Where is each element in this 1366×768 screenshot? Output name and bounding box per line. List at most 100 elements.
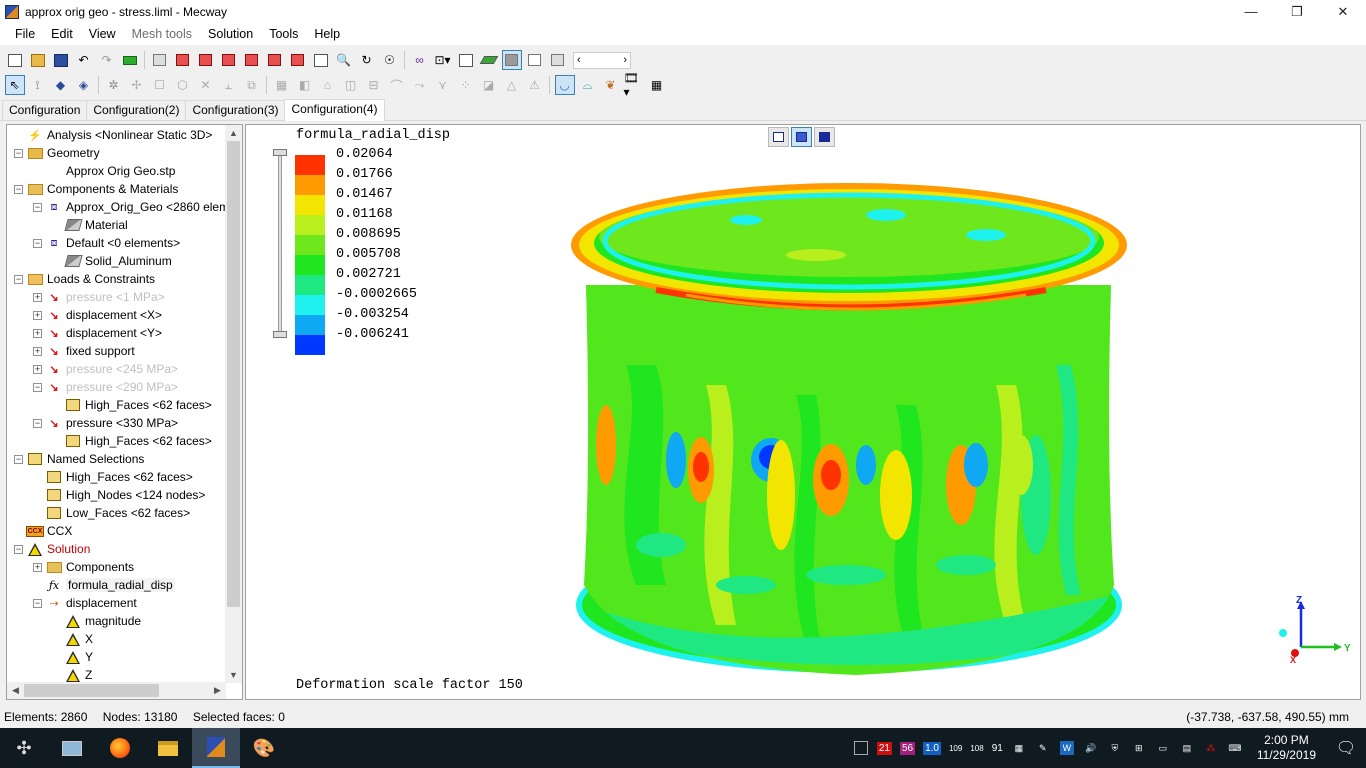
- select-element-button[interactable]: ◆: [51, 75, 71, 95]
- scroll-right-icon[interactable]: ▶: [209, 682, 226, 699]
- tree-item[interactable]: + ↘ pressure <245 MPa>: [33, 360, 178, 378]
- mesh-op-10-button[interactable]: ◪: [479, 75, 499, 95]
- collapse-icon[interactable]: −: [33, 202, 42, 212]
- tree-item[interactable]: + ↘ pressure <1 MPa>: [33, 288, 165, 306]
- scroll-up-icon[interactable]: ▲: [225, 125, 242, 141]
- wireframe-button[interactable]: [525, 50, 545, 70]
- tree-item[interactable]: − ⇢ displacement: [33, 594, 137, 612]
- expand-icon[interactable]: +: [33, 562, 42, 572]
- deformed-shape-button[interactable]: ◡: [554, 75, 575, 95]
- zoom-fit-button[interactable]: [311, 50, 331, 70]
- collapse-icon[interactable]: −: [14, 148, 23, 158]
- tray-badge-blue[interactable]: 1.0: [923, 741, 941, 755]
- select-pointer-button[interactable]: ⇖: [4, 75, 25, 95]
- hex-tool-button[interactable]: ⬡: [173, 75, 193, 95]
- menu-tools[interactable]: Tools: [261, 27, 306, 41]
- taskbar-computer[interactable]: [48, 728, 96, 768]
- tree-item[interactable]: Approx Orig Geo.stp: [33, 162, 175, 180]
- volume-icon[interactable]: 🔊: [1084, 741, 1098, 755]
- tree-item[interactable]: + ↘ displacement <X>: [33, 306, 162, 324]
- menu-mesh-tools[interactable]: Mesh tools: [124, 27, 200, 41]
- close-button[interactable]: ✕: [1320, 0, 1366, 23]
- rotate-button[interactable]: ↻: [357, 50, 377, 70]
- tray-monitor-icon[interactable]: [853, 741, 868, 755]
- tree-vertical-scrollbar[interactable]: ▲ ▼: [225, 125, 242, 683]
- redo-button[interactable]: ↷: [97, 50, 117, 70]
- section-button[interactable]: ⊡▾: [433, 50, 453, 70]
- animation-button[interactable]: 🎞▾: [624, 71, 644, 99]
- tray-app-icon[interactable]: ▦: [1012, 741, 1026, 755]
- network-icon[interactable]: ⊞: [1132, 741, 1146, 755]
- tree-item[interactable]: magnitude: [52, 612, 141, 630]
- tree-item[interactable]: High_Faces <62 faces>: [52, 432, 212, 450]
- collapse-icon[interactable]: −: [33, 382, 42, 392]
- solve-button[interactable]: [120, 50, 140, 70]
- mesh-op-7-button[interactable]: ⤳: [410, 75, 430, 95]
- menu-edit[interactable]: Edit: [43, 27, 81, 41]
- expand-icon[interactable]: +: [33, 292, 42, 302]
- taskbar-clock[interactable]: 2:00 PM 11/29/2019: [1257, 733, 1316, 763]
- expand-icon[interactable]: +: [33, 310, 42, 320]
- mesh-op-11-button[interactable]: △: [502, 75, 522, 95]
- toolbar-overflow-scroller[interactable]: ‹ ›: [573, 51, 631, 69]
- scroll-left-icon[interactable]: ◀: [7, 682, 24, 699]
- tree-horizontal-scrollbar[interactable]: ◀ ▶: [7, 682, 226, 699]
- legend-slider-bottom-handle[interactable]: [273, 331, 287, 338]
- tree-item[interactable]: + Components: [33, 558, 134, 576]
- tree-item[interactable]: − Loads & Constraints: [14, 270, 155, 288]
- chevron-right-icon[interactable]: ›: [623, 54, 627, 66]
- tree-item[interactable]: + ↘ fixed support: [33, 342, 135, 360]
- mesh-op-9-button[interactable]: ⁘: [456, 75, 476, 95]
- collapse-icon[interactable]: −: [33, 598, 42, 608]
- tray-w-icon[interactable]: W: [1059, 741, 1074, 755]
- mesh-op-12-button[interactable]: ⚠: [525, 75, 545, 95]
- tree-item[interactable]: X: [52, 630, 93, 648]
- keyboard-icon[interactable]: ⌨: [1228, 741, 1242, 755]
- tree-item[interactable]: − ⧈ Approx_Orig_Geo <2860 elem: [33, 198, 229, 216]
- legend-slider-top-handle[interactable]: [273, 149, 287, 156]
- explode-button[interactable]: ✲: [104, 75, 124, 95]
- tree-item[interactable]: Y: [52, 648, 93, 666]
- view-back-button[interactable]: [196, 50, 216, 70]
- outline-mode-button[interactable]: [768, 127, 789, 147]
- maximize-button[interactable]: ❐: [1274, 0, 1320, 23]
- collapse-icon[interactable]: −: [14, 274, 23, 284]
- mesh-op-8-button[interactable]: ⋎: [433, 75, 453, 95]
- menu-help[interactable]: Help: [306, 27, 348, 41]
- vector-button[interactable]: ❦: [601, 75, 621, 95]
- tree-item[interactable]: − Named Selections: [14, 450, 144, 468]
- tray-number-2[interactable]: 108: [970, 744, 983, 753]
- select-node-button[interactable]: ⟟: [28, 75, 48, 95]
- tree-item[interactable]: − ⧈ Default <0 elements>: [33, 234, 180, 252]
- scroll-down-icon[interactable]: ▼: [225, 667, 242, 683]
- minimize-button[interactable]: —: [1228, 0, 1274, 23]
- tree-item[interactable]: High_Nodes <124 nodes>: [33, 486, 205, 504]
- taskbar-mecway[interactable]: [192, 728, 240, 768]
- square-tool-button[interactable]: ☐: [150, 75, 170, 95]
- tray-badge-red[interactable]: 21: [876, 741, 892, 755]
- undo-button[interactable]: ↶: [74, 50, 94, 70]
- tray-number-1[interactable]: 109: [949, 744, 962, 753]
- mesh-view-button[interactable]: [548, 50, 568, 70]
- tree-item[interactable]: High_Faces <62 faces>: [33, 468, 193, 486]
- taskbar-firefox[interactable]: [96, 728, 144, 768]
- tree-item[interactable]: High_Faces <62 faces>: [52, 396, 212, 414]
- collapse-icon[interactable]: −: [33, 418, 42, 428]
- tree-item[interactable]: − ↘ pressure <330 MPa>: [33, 414, 178, 432]
- action-center-button[interactable]: 🗨: [1326, 728, 1366, 768]
- tree-item[interactable]: ⚡ Analysis <Nonlinear Static 3D>: [14, 126, 212, 144]
- tree-hscroll-thumb[interactable]: [24, 684, 159, 697]
- menu-view[interactable]: View: [81, 27, 124, 41]
- solid-mode-button[interactable]: [814, 127, 835, 147]
- tree-item[interactable]: − ↘ pressure <290 MPa>: [33, 378, 178, 396]
- tray-number-3[interactable]: 91: [992, 743, 1003, 754]
- mesh-op-2-button[interactable]: ◧: [295, 75, 315, 95]
- legend-range-slider[interactable]: [273, 149, 287, 339]
- tree-vscroll-thumb[interactable]: [227, 141, 240, 607]
- tree-item[interactable]: Low_Faces <62 faces>: [33, 504, 190, 522]
- open-button[interactable]: [28, 50, 48, 70]
- mesh-op-6-button[interactable]: ⌒: [387, 75, 407, 95]
- mesh-op-1-button[interactable]: ▦: [272, 75, 292, 95]
- node-tool-button[interactable]: ✢: [127, 75, 147, 95]
- solid-view-button[interactable]: [501, 50, 522, 70]
